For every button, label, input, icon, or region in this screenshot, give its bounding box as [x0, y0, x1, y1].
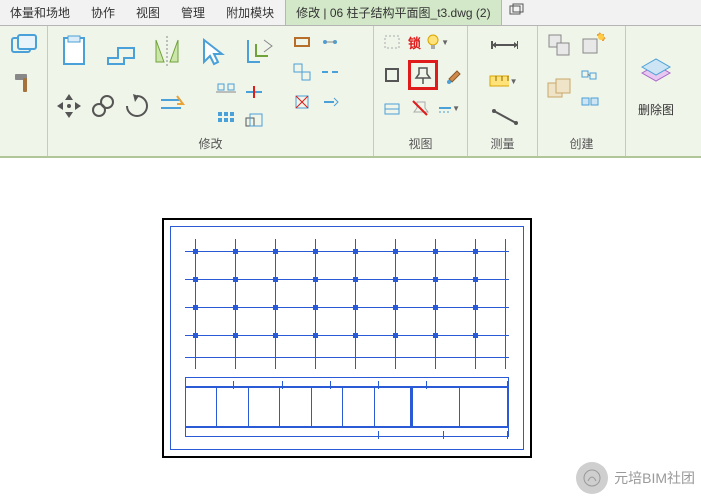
paste-icon[interactable] — [54, 30, 96, 72]
cut-geometry-icon[interactable] — [100, 30, 142, 72]
tab-manage[interactable]: 管理 — [171, 0, 216, 25]
bulb-icon[interactable]: ▼ — [425, 30, 449, 54]
corner-icon[interactable] — [318, 30, 342, 54]
group-title-create: 创建 — [544, 133, 619, 154]
group-title-view: 视图 — [380, 133, 461, 154]
cope-icon[interactable] — [290, 30, 314, 54]
unpin-icon[interactable] — [408, 96, 432, 120]
split-icon[interactable] — [242, 80, 266, 104]
title-block — [185, 377, 509, 439]
offset-icon[interactable] — [238, 30, 280, 72]
move-icon[interactable] — [54, 91, 84, 121]
create-similar-icon[interactable] — [578, 30, 608, 60]
create-group-icon[interactable] — [544, 30, 574, 60]
pin-highlight — [408, 60, 438, 90]
tab-view[interactable]: 视图 — [126, 0, 171, 25]
extend-icon[interactable] — [318, 90, 342, 114]
join-icon[interactable] — [290, 60, 314, 84]
rotate-icon[interactable] — [122, 91, 152, 121]
lock-label: 锁 — [408, 33, 421, 52]
mirror-icon[interactable] — [146, 30, 188, 72]
tab-overflow-icon[interactable] — [502, 0, 531, 25]
tab-addins[interactable]: 附加模块 — [216, 0, 285, 25]
demolish-icon[interactable] — [290, 90, 314, 114]
watermark-logo-icon — [576, 462, 608, 494]
scale-icon[interactable] — [242, 108, 266, 132]
ribbon-group-create: 创建 — [538, 26, 626, 156]
group-title-blank — [6, 136, 41, 154]
ribbon-group-measure: ▼ 测量 — [468, 26, 538, 156]
linework-icon[interactable]: ▼ — [436, 96, 460, 120]
delete-layers-icon[interactable] — [635, 49, 677, 91]
crop-icon[interactable] — [380, 63, 404, 87]
hide-icon[interactable] — [380, 30, 404, 54]
align-icon[interactable] — [214, 80, 238, 104]
copy-icon[interactable] — [88, 91, 118, 121]
hammer-icon[interactable] — [9, 68, 39, 98]
group-title-modify: 修改 — [54, 133, 367, 154]
menu-tabbar: 体量和场地 协作 视图 管理 附加模块 修改 | 06 柱子结构平面图_t3.d… — [0, 0, 701, 26]
ruler-icon[interactable]: ▼ — [488, 66, 518, 96]
ribbon-group-delete: 删除图 — [626, 26, 686, 156]
select-arrow-icon[interactable] — [192, 30, 234, 72]
create-assembly-icon[interactable] — [544, 74, 574, 104]
structural-grid — [185, 239, 509, 369]
create-form-icon[interactable] — [578, 90, 602, 114]
ribbon: 修改 锁 ▼ ▼ — [0, 26, 701, 158]
create-parts-icon[interactable] — [578, 64, 602, 88]
rehost-icon[interactable] — [380, 96, 404, 120]
delete-label: 删除图 — [638, 101, 674, 118]
measure-between-icon[interactable] — [488, 102, 518, 132]
ribbon-group-modify: 修改 — [48, 26, 374, 156]
cad-drawing[interactable] — [162, 218, 532, 458]
group-title-measure: 测量 — [474, 133, 531, 154]
paint-icon[interactable] — [442, 63, 466, 87]
watermark-text: 元培BIM社团 — [614, 468, 695, 488]
array-icon[interactable] — [214, 108, 238, 132]
ribbon-group-view: 锁 ▼ ▼ 视图 — [374, 26, 468, 156]
dimension-icon[interactable] — [488, 30, 518, 60]
tab-modify-active[interactable]: 修改 | 06 柱子结构平面图_t3.dwg (2) — [285, 0, 502, 25]
canvas-area[interactable]: 元培BIM社团 — [0, 158, 701, 498]
gap-icon[interactable] — [318, 60, 342, 84]
trim-icon[interactable] — [156, 91, 186, 121]
tab-mass-site[interactable]: 体量和场地 — [0, 0, 81, 25]
drawing-border — [170, 226, 524, 450]
watermark: 元培BIM社团 — [576, 462, 695, 494]
tab-collaborate[interactable]: 协作 — [81, 0, 126, 25]
ribbon-group-props — [0, 26, 48, 156]
properties-icon[interactable] — [9, 30, 39, 60]
pin-icon[interactable] — [411, 63, 435, 87]
